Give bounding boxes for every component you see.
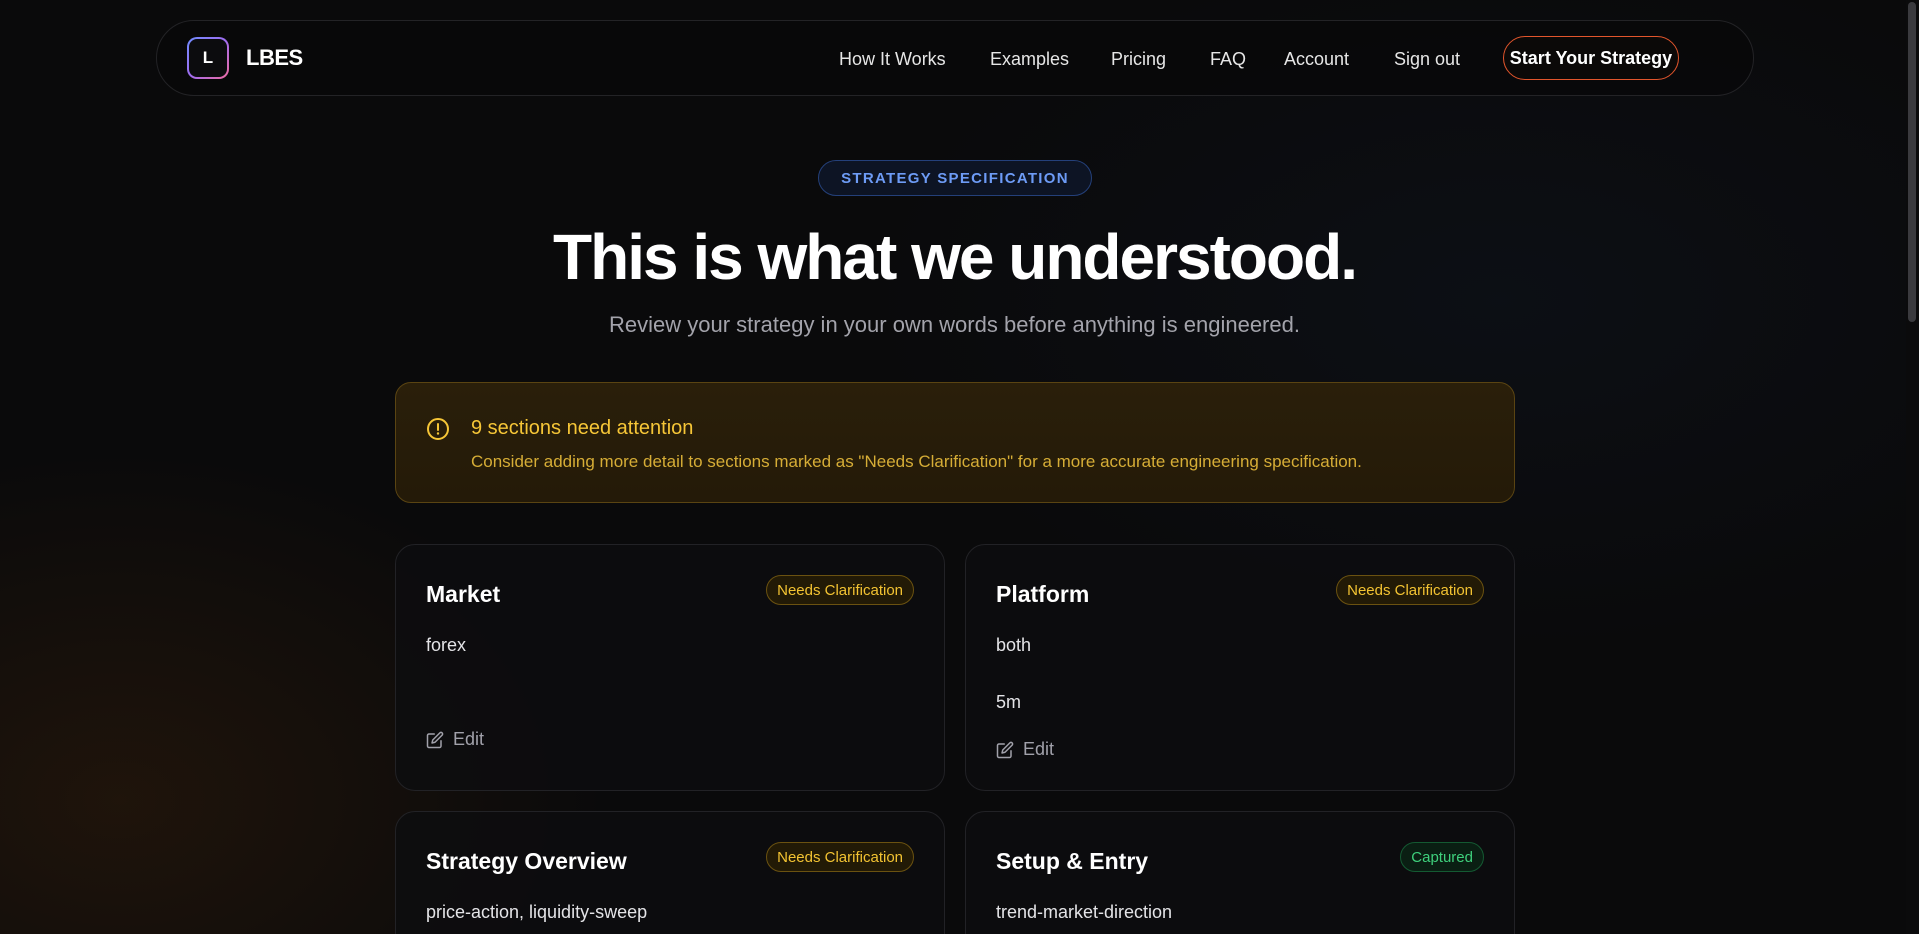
card-title: Market: [426, 581, 501, 607]
page: L LBES How It Works Examples Pricing FAQ…: [0, 0, 1919, 934]
start-strategy-button[interactable]: Start Your Strategy: [1503, 36, 1679, 80]
card-value: both: [996, 635, 1032, 655]
logo-mark[interactable]: L: [187, 37, 229, 79]
nav-link-pricing[interactable]: Pricing: [1111, 49, 1166, 70]
section-pill: STRATEGY SPECIFICATION: [818, 160, 1092, 196]
edit-button[interactable]: Edit: [996, 739, 1054, 760]
nav-link-account[interactable]: Account: [1284, 49, 1349, 70]
card-title: Setup & Entry: [996, 848, 1149, 874]
brand-name[interactable]: LBES: [246, 45, 303, 71]
status-badge: Needs Clarification: [766, 575, 914, 605]
nav-link-sign-out[interactable]: Sign out: [1394, 49, 1460, 70]
section-card-setup-entry: Setup & Entry Captured trend-market-dire…: [965, 811, 1515, 934]
card-value: 5m: [996, 692, 1022, 712]
page-subtitle: Review your strategy in your own words b…: [609, 312, 1300, 337]
edit-label: Edit: [453, 729, 485, 749]
nav-link-examples[interactable]: Examples: [990, 49, 1069, 70]
alert-title: 9 sections need attention: [471, 417, 694, 439]
status-badge: Captured: [1400, 842, 1484, 872]
scrollbar-thumb[interactable]: [1908, 2, 1916, 322]
card-title: Platform: [996, 581, 1090, 607]
exclamation-circle-icon: [427, 418, 449, 440]
edit-button[interactable]: Edit: [426, 729, 484, 750]
card-value: price-action, liquidity-sweep: [426, 902, 648, 922]
status-badge: Needs Clarification: [1336, 575, 1484, 605]
nav-link-how-it-works[interactable]: How It Works: [839, 49, 946, 70]
section-card-strategy-overview: Strategy Overview Needs Clarification pr…: [395, 811, 945, 934]
card-value: trend-market-direction: [996, 902, 1173, 922]
attention-alert: 9 sections need attention Consider addin…: [395, 382, 1515, 503]
section-card-market: Market Needs Clarification forex Edit: [395, 544, 945, 791]
nav-link-faq[interactable]: FAQ: [1210, 49, 1246, 70]
status-badge: Needs Clarification: [766, 842, 914, 872]
card-value: forex: [426, 635, 467, 655]
page-title: This is what we understood.: [553, 221, 1358, 293]
edit-label: Edit: [1023, 739, 1055, 759]
edit-icon: [426, 731, 444, 748]
section-card-platform: Platform Needs Clarification both 5m Edi…: [965, 544, 1515, 791]
top-navbar: L LBES How It Works Examples Pricing FAQ…: [156, 20, 1754, 96]
edit-icon: [996, 741, 1014, 758]
alert-message: Consider adding more detail to sections …: [471, 452, 1362, 471]
card-title: Strategy Overview: [426, 848, 627, 874]
page-scrollbar[interactable]: [1906, 0, 1919, 934]
